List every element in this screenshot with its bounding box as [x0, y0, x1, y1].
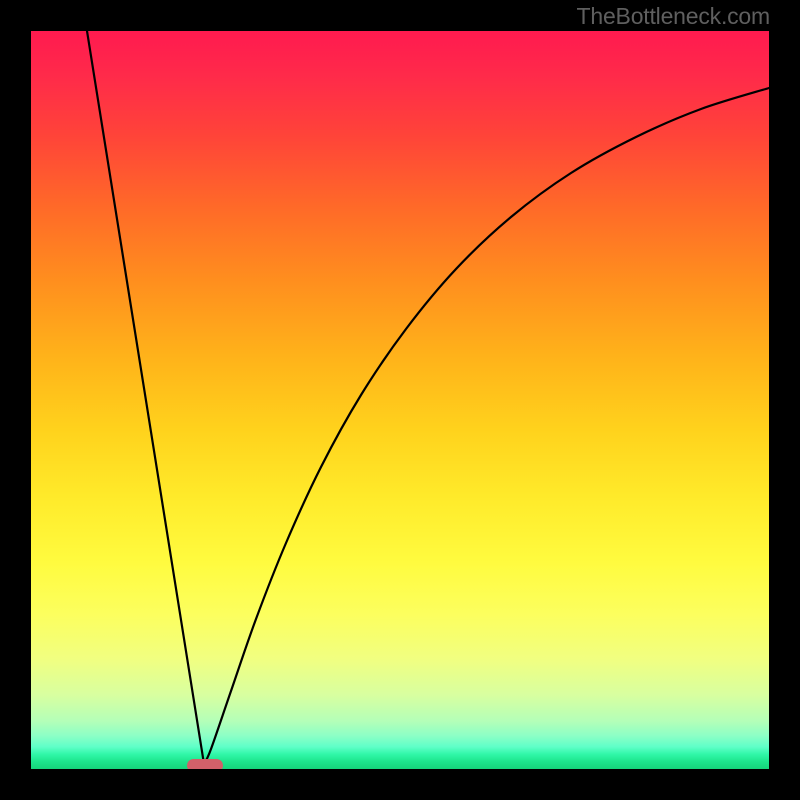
chart-frame: TheBottleneck.com — [0, 0, 800, 800]
watermark-text: TheBottleneck.com — [577, 3, 770, 30]
bottleneck-curve — [31, 31, 769, 769]
plot-area — [31, 31, 769, 769]
bottleneck-marker — [187, 759, 223, 769]
